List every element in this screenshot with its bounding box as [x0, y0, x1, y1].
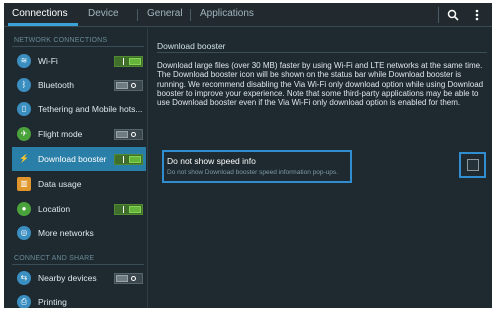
- sidebar-item-label: More networks: [38, 228, 94, 238]
- nearby-devices-toggle[interactable]: [114, 273, 143, 284]
- sidebar-item-tethering[interactable]: ▯ Tethering and Mobile hots...: [12, 97, 146, 121]
- sidebar-item-nearby-devices[interactable]: ⇆ Nearby devices: [12, 266, 146, 290]
- sidebar-item-bluetooth[interactable]: ᛒ Bluetooth: [12, 73, 146, 97]
- more-networks-icon: ◎: [17, 226, 31, 240]
- sidebar-item-download-booster[interactable]: ⚡ Download booster: [12, 147, 146, 171]
- location-icon: ●: [17, 202, 31, 216]
- sidebar-item-label: Tethering and Mobile hots...: [38, 104, 142, 114]
- wifi-icon: ≋: [17, 54, 31, 68]
- active-tab-indicator: [8, 23, 78, 26]
- section-header-network: NETWORK CONNECTIONS: [14, 37, 108, 44]
- settings-sidebar: NETWORK CONNECTIONS ≋ Wi-Fi ᛒ Bluetooth …: [4, 28, 148, 308]
- tab-device[interactable]: Device: [88, 8, 119, 19]
- download-booster-icon: ⚡: [19, 154, 29, 163]
- sidebar-item-flight-mode[interactable]: ✈ Flight mode: [12, 122, 146, 146]
- location-toggle[interactable]: [114, 204, 143, 215]
- nearby-devices-icon: ⇆: [17, 271, 31, 285]
- tab-divider: [137, 9, 138, 21]
- page-title: Download booster: [157, 41, 226, 51]
- tab-applications[interactable]: Applications: [200, 8, 254, 19]
- tab-connections[interactable]: Connections: [12, 8, 68, 19]
- sidebar-item-label: Printing: [38, 297, 67, 307]
- bluetooth-toggle[interactable]: [114, 80, 143, 91]
- bluetooth-icon: ᛒ: [17, 78, 31, 92]
- wifi-toggle[interactable]: [114, 56, 143, 67]
- option-subtitle: Do not show Download booster speed infor…: [167, 169, 338, 176]
- checkbox-highlight: [459, 152, 486, 178]
- settings-window: Connections Device General Applications …: [4, 3, 492, 308]
- flight-mode-toggle[interactable]: [114, 129, 143, 140]
- description-text: Download large files (over 30 MB) faster…: [157, 61, 484, 108]
- search-icon[interactable]: [444, 6, 462, 24]
- section-divider: [12, 46, 144, 47]
- sidebar-item-location[interactable]: ● Location: [12, 197, 146, 221]
- option-title: Do not show speed info: [167, 156, 256, 166]
- title-divider: [157, 52, 487, 53]
- section-divider: [12, 264, 144, 265]
- speed-info-checkbox[interactable]: [467, 159, 479, 171]
- data-usage-icon: ▥: [17, 177, 31, 191]
- tab-general[interactable]: General: [147, 8, 183, 19]
- sidebar-item-label: Data usage: [38, 179, 82, 189]
- toolbar-divider: [438, 7, 439, 23]
- sidebar-item-data-usage[interactable]: ▥ Data usage: [12, 172, 146, 196]
- download-booster-toggle[interactable]: [114, 154, 143, 165]
- sidebar-item-printing[interactable]: ⎙ Printing: [12, 290, 146, 308]
- sidebar-item-wifi[interactable]: ≋ Wi-Fi: [12, 49, 146, 73]
- airplane-icon: ✈: [17, 127, 31, 141]
- tab-divider: [190, 9, 191, 21]
- speed-info-option[interactable]: [162, 150, 352, 183]
- detail-pane: Download booster Download large files (o…: [149, 28, 492, 308]
- tab-bar: Connections Device General Applications: [4, 3, 492, 27]
- tethering-icon: ▯: [17, 102, 31, 116]
- printer-icon: ⎙: [17, 295, 31, 308]
- sidebar-item-more-networks[interactable]: ◎ More networks: [12, 221, 146, 245]
- more-options-icon[interactable]: [468, 6, 486, 24]
- section-header-connect: CONNECT AND SHARE: [14, 255, 95, 262]
